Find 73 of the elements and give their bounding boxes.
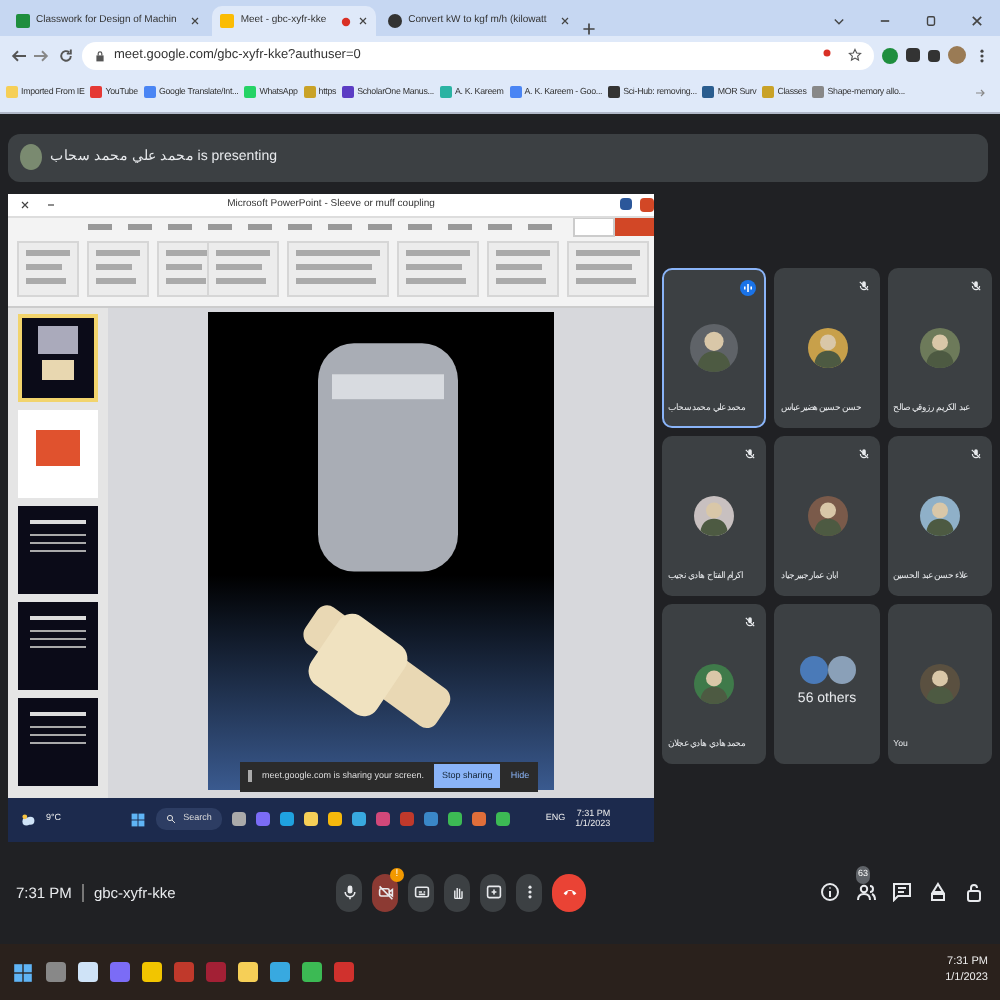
leave-icon (561, 884, 577, 901)
captions-button[interactable] (408, 873, 434, 912)
avatar (20, 144, 42, 171)
bookmark-favicon-icon (439, 86, 452, 99)
avatar (807, 327, 848, 368)
minimize-icon[interactable] (878, 14, 892, 28)
close-icon[interactable] (970, 14, 984, 28)
leave-call-button[interactable] (552, 873, 586, 912)
avatar (919, 663, 960, 704)
avatar (694, 663, 735, 704)
avatar (919, 327, 960, 368)
weather-icon (20, 811, 36, 828)
powerpoint-logo-icon (640, 197, 654, 212)
avatar (827, 656, 856, 685)
activities-icon[interactable] (928, 882, 948, 903)
slide-thumbnail[interactable] (18, 409, 98, 498)
bookmark-favicon-icon (762, 86, 775, 99)
favicon-icon (388, 14, 403, 28)
close-icon[interactable] (560, 16, 571, 26)
back-icon[interactable] (10, 47, 26, 63)
sidebar-icon[interactable] (928, 49, 940, 61)
start-icon[interactable] (129, 811, 146, 828)
search-icon (165, 814, 176, 825)
chat-icon[interactable] (892, 882, 912, 903)
profile-avatar[interactable] (948, 46, 966, 64)
avatar (690, 323, 739, 372)
bookmark-star-icon[interactable] (848, 48, 862, 62)
save-icon[interactable] (620, 197, 632, 210)
chevron-icon[interactable] (976, 88, 986, 98)
people-icon[interactable] (856, 882, 876, 903)
hand-icon (449, 884, 465, 901)
favicon-icon (220, 14, 235, 28)
close-icon[interactable] (358, 16, 369, 26)
new-tab-icon[interactable] (582, 22, 597, 36)
minimize-icon[interactable] (46, 199, 56, 210)
close-icon[interactable] (190, 16, 201, 26)
cc-icon (413, 884, 429, 901)
more-options-button[interactable] (516, 873, 542, 912)
bookmark-favicon-icon (244, 86, 257, 99)
bookmark-favicon-icon (303, 86, 316, 99)
avatar (919, 495, 960, 536)
maximize-icon[interactable] (924, 14, 938, 28)
slide-thumbnail[interactable] (18, 697, 98, 786)
bookmark-favicon-icon (509, 86, 522, 99)
avatar (799, 656, 828, 685)
camera-indicator-icon[interactable] (822, 48, 832, 58)
avatar (694, 495, 735, 536)
mic-icon (341, 884, 357, 901)
favicon-icon (16, 14, 30, 28)
slide-thumbnail[interactable] (18, 313, 98, 402)
bookmark-favicon-icon (608, 86, 621, 99)
start-icon[interactable] (12, 961, 34, 983)
bookmark-favicon-icon (143, 86, 156, 99)
slide-thumbnail[interactable] (18, 601, 98, 690)
lock-icon (94, 49, 106, 61)
bookmark-favicon-icon (6, 86, 18, 99)
forward-icon[interactable] (34, 47, 50, 63)
raise-hand-button[interactable] (444, 873, 470, 912)
present-icon (485, 884, 501, 901)
slide-thumbnail[interactable] (18, 505, 98, 594)
tab-search-icon[interactable] (832, 14, 846, 28)
microphone-button[interactable] (336, 873, 362, 912)
close-icon[interactable] (20, 199, 30, 210)
meeting-details-icon[interactable] (820, 882, 840, 903)
bookmark-favicon-icon (342, 86, 355, 99)
present-button[interactable] (480, 873, 506, 912)
bookmark-favicon-icon (812, 86, 825, 99)
cam-icon (377, 884, 393, 901)
avatar (807, 495, 848, 536)
bookmark-favicon-icon (702, 86, 715, 99)
bookmark-favicon-icon (90, 86, 103, 99)
host-controls-icon[interactable] (964, 882, 984, 903)
reload-icon[interactable] (58, 47, 74, 63)
